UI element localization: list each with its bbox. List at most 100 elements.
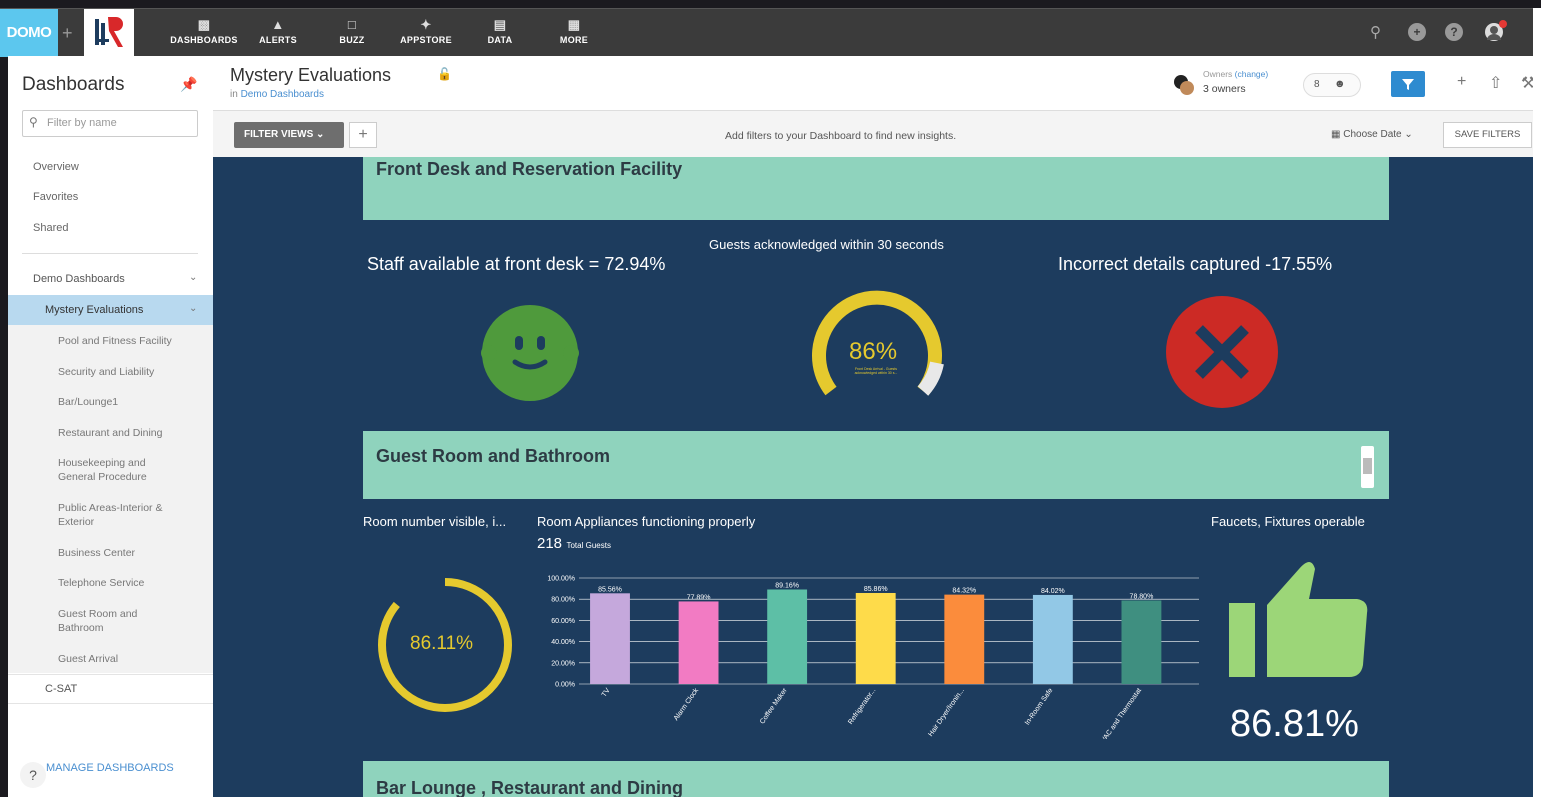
share-pill[interactable]: 8 ☻ <box>1303 73 1361 97</box>
nav-dashboards-label: DASHBOARDS <box>170 35 238 45</box>
sidebar-item-guest-arrival[interactable]: Guest Arrival <box>58 652 118 666</box>
bar[interactable] <box>590 593 630 684</box>
section-header-bar-lounge: Bar Lounge , Restaurant and Dining <box>363 761 1389 797</box>
y-tick-label: 20.00% <box>551 660 575 667</box>
bar[interactable] <box>944 594 985 684</box>
faucets-value: 86.81% <box>1230 703 1359 745</box>
nav-dashboards[interactable]: ▩ DASHBOARDS <box>164 17 244 45</box>
chevron-down-icon: ⌄ <box>316 129 325 140</box>
smiley-face-icon <box>475 298 585 408</box>
y-tick-label: 60.00% <box>551 618 575 625</box>
sidebar-item-telephone[interactable]: Telephone Service <box>58 576 144 590</box>
sidebar-item-housekeeping[interactable]: Housekeeping and General Procedure <box>58 456 168 484</box>
filter-input[interactable]: ⚲ Filter by name <box>22 110 198 137</box>
sidebar-active-label: Mystery Evaluations <box>45 304 144 316</box>
bar[interactable] <box>1032 594 1073 684</box>
total-guests-value: 218 <box>537 535 563 552</box>
acknowledged-title: Guests acknowledged within 30 seconds <box>709 237 944 252</box>
add-user-icon: ☻ <box>1334 78 1346 90</box>
dashboard-icon: ▩ <box>197 17 211 32</box>
sidebar-item-security[interactable]: Security and Liability <box>58 365 154 379</box>
add-icon[interactable]: + <box>1408 23 1426 41</box>
nav-buzz[interactable]: □ BUZZ <box>312 17 392 45</box>
sidebar-item-guest-room[interactable]: Guest Room and Bathroom <box>58 607 148 635</box>
y-tick-label: 100.00% <box>547 576 575 583</box>
owners-label-text: Owners <box>1203 69 1233 79</box>
domo-logo[interactable]: DOMO <box>0 9 58 57</box>
x-tick-label: Refrigerator... <box>847 687 877 726</box>
add-card-icon[interactable]: + <box>1457 73 1466 91</box>
bar[interactable] <box>678 601 719 684</box>
filter-views-label: FILTER VIEWS <box>244 129 314 140</box>
nav-alerts[interactable]: ▲ ALERTS <box>238 17 318 45</box>
section-scrollbar[interactable] <box>1361 446 1374 488</box>
bar-value-label: 85.86% <box>864 586 888 593</box>
x-tick-label: Hair Dryer/Ironin... <box>927 687 966 738</box>
bar-value-label: 89.16% <box>775 582 799 589</box>
x-tick-label: In-Room Safe <box>1024 687 1055 726</box>
page-header: Mystery Evaluations 🔓 in Demo Dashboards… <box>213 56 1541 110</box>
filter-views-button[interactable]: FILTER VIEWS ⌄ <box>234 122 344 148</box>
grid-icon: ▦ <box>567 17 581 32</box>
top-nav: DOMO + ▩ DASHBOARDS ▲ ALERTS □ BUZZ ✦ AP… <box>0 8 1541 57</box>
y-tick-label: 0.00% <box>555 682 575 689</box>
help-icon[interactable]: ? <box>1445 23 1463 41</box>
sidebar-title: Dashboards <box>22 74 125 95</box>
page-title: Mystery Evaluations <box>230 65 392 85</box>
bar-value-label: 77.89% <box>687 594 711 601</box>
save-filters-button[interactable]: SAVE FILTERS <box>1443 122 1532 148</box>
bar[interactable] <box>767 589 808 684</box>
manage-dashboards-link[interactable]: MANAGE DASHBOARDS <box>46 762 174 774</box>
owners-label: Owners (change) <box>1203 69 1268 79</box>
filter-button[interactable] <box>1391 71 1425 97</box>
nav-appstore-label: APPSTORE <box>400 35 452 45</box>
owners-change-link[interactable]: (change) <box>1235 69 1269 79</box>
sidebar-item-pool[interactable]: Pool and Fitness Facility <box>58 334 172 348</box>
bar[interactable] <box>855 592 896 684</box>
pin-icon[interactable]: 📌 <box>180 76 197 93</box>
sidebar-divider <box>22 253 198 254</box>
y-tick-label: 40.00% <box>551 639 575 646</box>
nav-data-label: DATA <box>487 35 513 45</box>
sidebar-item-restaurant[interactable]: Restaurant and Dining <box>58 426 162 440</box>
nav-more[interactable]: ▦ MORE <box>534 17 614 45</box>
bar-value-label: 84.02% <box>1041 588 1065 595</box>
add-filter-view-button[interactable]: + <box>349 122 377 148</box>
sidebar-item-bar-lounge[interactable]: Bar/Lounge1 <box>58 395 118 409</box>
notification-dot-icon <box>1499 20 1507 28</box>
acknowledged-value: 86% <box>849 338 898 365</box>
bar-value-label: 84.32% <box>952 588 976 595</box>
chevron-down-icon: ⌄ <box>189 272 198 283</box>
owners-count: 3 owners <box>1203 83 1246 95</box>
section-title-guest-room: Guest Room and Bathroom <box>376 446 611 466</box>
x-tick-label: HVAC and Thermostat <box>1097 687 1143 739</box>
incorrect-details-text: Incorrect details captured -17.55% <box>1058 254 1333 274</box>
help-icon[interactable]: ? <box>20 762 46 788</box>
sidebar-item-public-areas[interactable]: Public Areas-Interior & Exterior <box>58 501 178 529</box>
bar[interactable] <box>1121 600 1162 684</box>
brand-logo[interactable] <box>84 9 134 57</box>
faucets-title: Faucets, Fixtures operable <box>1211 514 1365 529</box>
sidebar-item-overview[interactable]: Overview <box>33 161 79 173</box>
sidebar-item-shared[interactable]: Shared <box>33 222 68 234</box>
chevron-down-icon: ⌄ <box>1404 129 1413 140</box>
sidebar-item-favorites[interactable]: Favorites <box>33 191 78 203</box>
chat-icon: □ <box>347 17 357 32</box>
scroll-thumb[interactable] <box>1363 458 1372 474</box>
sidebar-group-demo-dashboards[interactable]: Demo Dashboards ⌄ <box>8 264 213 294</box>
search-icon: ⚲ <box>29 115 38 129</box>
breadcrumb: in Demo Dashboards <box>230 89 324 100</box>
sidebar-item-business-center[interactable]: Business Center <box>58 546 135 560</box>
nav-alerts-label: ALERTS <box>259 35 297 45</box>
breadcrumb-parent-link[interactable]: Demo Dashboards <box>241 89 324 100</box>
dashboard-canvas: Front Desk and Reservation Facility Staf… <box>213 157 1541 797</box>
appliances-title: Room Appliances functioning properly <box>537 514 756 529</box>
search-icon[interactable]: ⚲ <box>1370 23 1381 41</box>
sidebar-item-csat[interactable]: C-SAT <box>8 674 213 704</box>
choose-date-select[interactable]: ▦ Choose Date ⌄ <box>1331 129 1413 140</box>
sidebar-item-mystery-evaluations[interactable]: Mystery Evaluations ⌄ <box>8 295 213 325</box>
share-icon[interactable]: ⇧ <box>1489 73 1502 93</box>
lock-icon[interactable]: 🔓 <box>437 67 452 81</box>
nav-appstore[interactable]: ✦ APPSTORE <box>386 17 466 45</box>
nav-data[interactable]: ▤ DATA <box>460 17 540 45</box>
